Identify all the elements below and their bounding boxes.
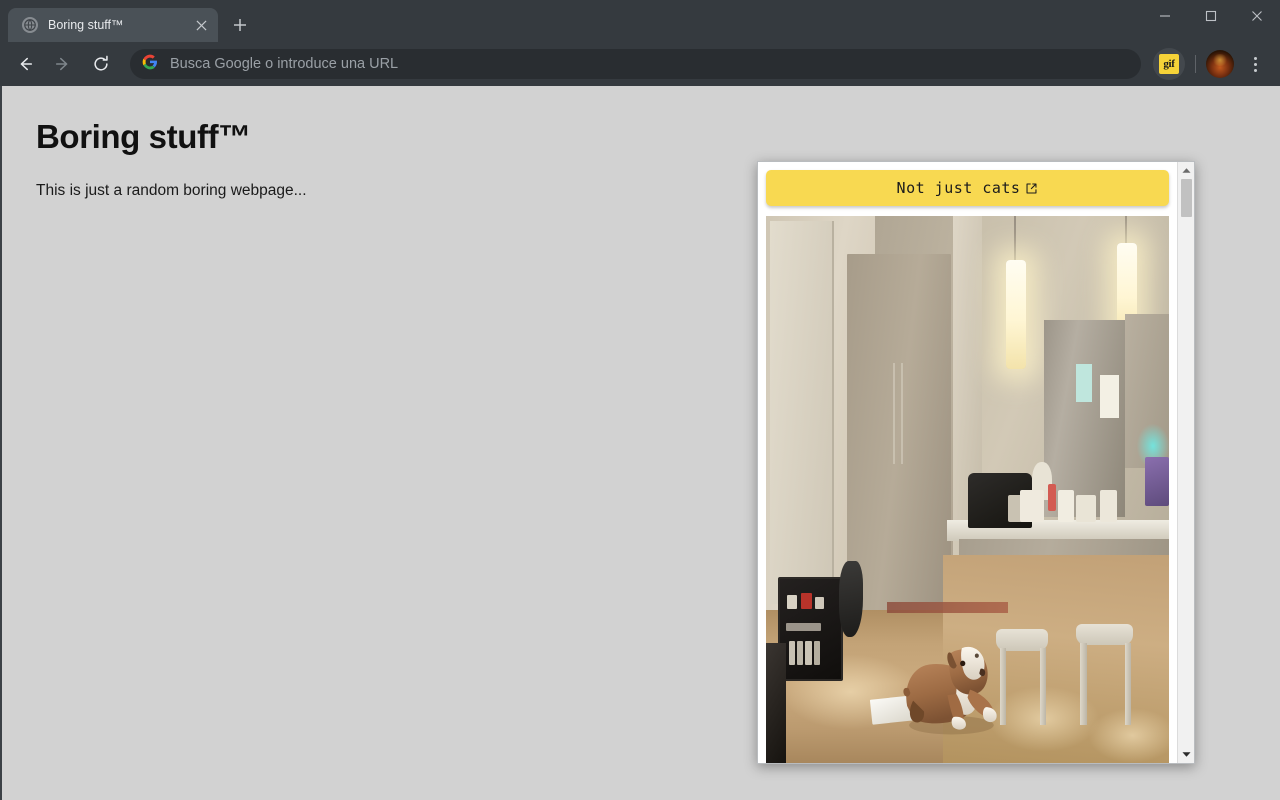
door-middle [846, 254, 952, 616]
pendant-cord [1013, 216, 1016, 266]
not-just-cats-button[interactable]: Not just cats [766, 170, 1169, 206]
page-title: Boring stuff™ [36, 118, 251, 155]
scrollbar-track[interactable] [1178, 179, 1195, 746]
address-bar-placeholder: Busca Google o introduce una URL [170, 56, 399, 72]
menu-dot [1253, 56, 1257, 60]
door-left [770, 221, 835, 605]
menu-dot [1253, 68, 1257, 72]
scroll-down-arrow-icon[interactable] [1178, 746, 1195, 763]
window-controls [1142, 0, 1280, 32]
maximize-button[interactable] [1188, 0, 1234, 32]
browser-tab[interactable]: Boring stuff™ [8, 8, 218, 42]
browser-toolbar: Busca Google o introduce una URL gif [0, 42, 1280, 86]
google-g-icon [142, 54, 158, 75]
fridge-note [1100, 374, 1119, 419]
fridge-note [1076, 363, 1093, 402]
purple-box [1144, 456, 1169, 506]
toolbar-divider [1195, 55, 1196, 73]
minimize-button[interactable] [1142, 0, 1188, 32]
stool-leg [1080, 642, 1087, 725]
three-dot-menu-icon[interactable] [1240, 48, 1270, 80]
reload-icon[interactable] [85, 48, 117, 80]
forward-arrow-icon[interactable] [47, 48, 79, 80]
back-arrow-icon[interactable] [9, 48, 41, 80]
gif-frame [766, 216, 1169, 763]
red-bottle [1048, 484, 1057, 512]
close-button[interactable] [1234, 0, 1280, 32]
profile-avatar[interactable] [1206, 50, 1234, 78]
scroll-up-arrow-icon[interactable] [1178, 162, 1195, 179]
white-jar [1100, 489, 1117, 523]
popup-scrollbar[interactable] [1177, 162, 1194, 763]
white-jar [1076, 494, 1097, 523]
tv-stand [766, 642, 787, 763]
address-bar[interactable]: Busca Google o introduce una URL [130, 49, 1141, 79]
white-towel [1019, 489, 1045, 523]
globe-icon [22, 17, 38, 33]
refrigerator [1044, 319, 1125, 517]
gif-media[interactable] [766, 216, 1169, 763]
popup-body: Not just cats [758, 162, 1177, 763]
scrollbar-thumb[interactable] [1180, 179, 1192, 217]
external-link-icon [1025, 182, 1038, 195]
white-jar [1058, 489, 1075, 523]
new-tab-button[interactable] [226, 11, 254, 39]
pendant-light-left [1005, 259, 1026, 370]
extension-popup: Not just cats [757, 161, 1195, 764]
tab-strip: Boring stuff™ [0, 0, 1280, 42]
browser-window: Boring stuff™ Busca Google o introduce u… [0, 0, 1280, 800]
stool-leg [1040, 648, 1047, 725]
menu-dot [1253, 62, 1257, 66]
wire-crate [778, 577, 843, 681]
tab-title: Boring stuff™ [48, 18, 124, 32]
bulldog-puppy [891, 624, 1020, 739]
tab-list: Boring stuff™ [0, 0, 254, 42]
hanging-coat [838, 560, 863, 638]
gif-extension-button[interactable]: gif [1153, 48, 1185, 80]
gif-icon: gif [1159, 54, 1179, 74]
rug [886, 601, 1008, 613]
not-just-cats-label: Not just cats [896, 179, 1021, 197]
page-viewport: Boring stuff™ This is just a random bori… [0, 86, 1280, 800]
toolbar-right-group: gif [1149, 48, 1274, 80]
close-icon[interactable] [190, 14, 212, 36]
stool-leg [1124, 642, 1132, 725]
